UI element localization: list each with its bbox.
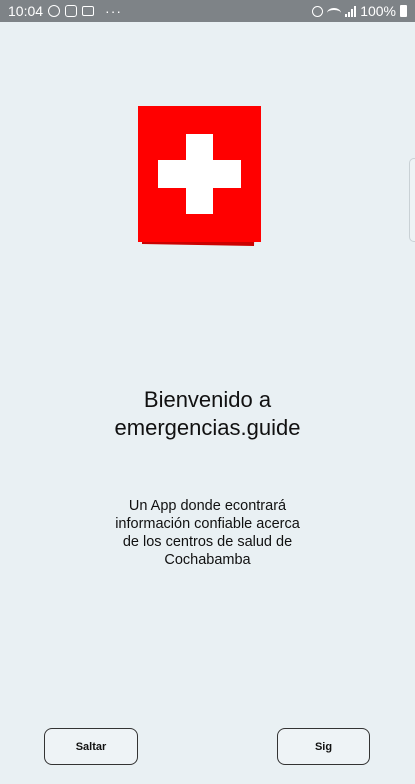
- wifi-icon: [327, 8, 342, 18]
- description-line-3: de los centros de salud de: [122, 534, 293, 550]
- mail-icon: [82, 6, 95, 16]
- status-time: 10:04: [8, 3, 44, 19]
- battery-icon: [400, 5, 407, 17]
- welcome-description: Un App donde econtrará información confi…: [0, 497, 415, 569]
- logo-cross-horizontal: [158, 160, 241, 188]
- alarm-icon: [312, 5, 324, 17]
- more-notifications-icon: ···: [105, 3, 123, 19]
- signal-icon: [345, 5, 357, 17]
- whatsapp-icon: [48, 5, 61, 17]
- status-bar: 10:04 ··· 100%: [0, 0, 415, 22]
- welcome-title: Bienvenido a emergencias.guide: [0, 386, 415, 442]
- onboarding-screen: 10:04 ··· 100% Bienvenido a emergencias.…: [0, 0, 415, 784]
- edge-panel-handle[interactable]: [409, 158, 415, 242]
- skip-button[interactable]: Saltar: [44, 728, 138, 765]
- next-button[interactable]: Sig: [277, 728, 370, 765]
- instagram-icon: [65, 5, 78, 17]
- welcome-title-line-1: Bienvenido a: [143, 387, 272, 412]
- welcome-title-line-2: emergencias.guide: [114, 415, 301, 440]
- battery-percentage: 100%: [360, 3, 396, 19]
- description-line-2: información confiable acerca: [115, 516, 300, 532]
- red-cross-logo-icon: [138, 106, 261, 246]
- status-bar-right: 100%: [312, 0, 407, 22]
- status-bar-left: 10:04 ···: [8, 0, 122, 22]
- description-line-1: Un App donde econtrará: [128, 498, 287, 514]
- description-line-4: Cochabamba: [164, 552, 251, 568]
